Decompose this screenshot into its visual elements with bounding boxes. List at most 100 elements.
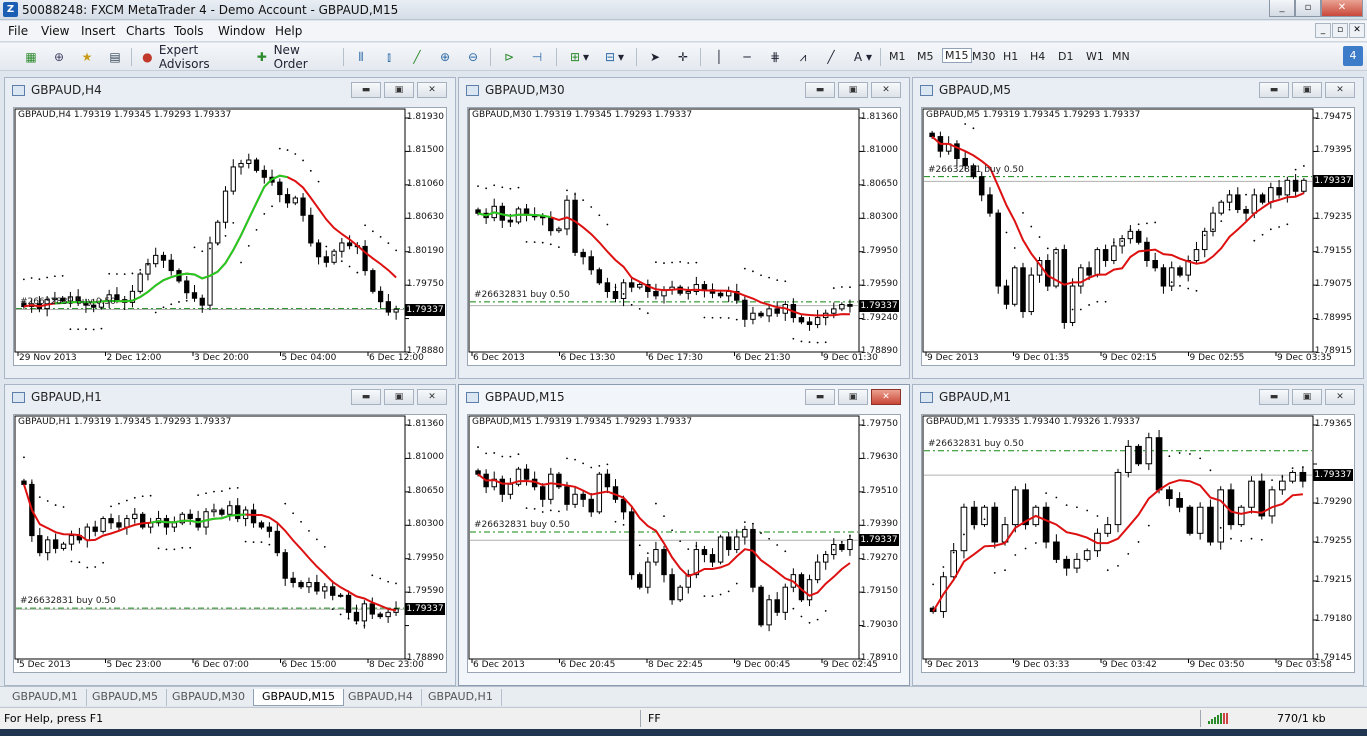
chart-maximize-button[interactable]: ▣ xyxy=(1292,82,1322,98)
chart-canvas[interactable]: GBPAUD,H1 1.79319 1.79345 1.79293 1.7933… xyxy=(13,414,447,673)
sar-dot xyxy=(220,490,223,493)
sar-dot xyxy=(395,249,398,252)
chart-minimize-button[interactable]: ▬ xyxy=(351,389,381,405)
timeframe-m5[interactable]: M5 xyxy=(917,50,934,63)
chart-shift-button[interactable]: ⊣ xyxy=(528,47,546,67)
tab-gbpaud-h4[interactable]: GBPAUD,H4 xyxy=(340,689,422,706)
new-chart-button[interactable]: ▦ xyxy=(22,47,40,67)
tab-gbpaud-h1[interactable]: GBPAUD,H1 xyxy=(420,689,502,706)
tab-gbpaud-m5[interactable]: GBPAUD,M5 xyxy=(84,689,168,706)
mdi-restore-button[interactable]: ▫ xyxy=(1332,23,1348,38)
moving-average-up-segment xyxy=(54,174,288,305)
timeframe-w1[interactable]: W1 xyxy=(1086,50,1104,63)
chart-maximize-button[interactable]: ▣ xyxy=(838,389,868,405)
auto-scroll-button[interactable]: ⊳ xyxy=(500,47,518,67)
sar-dot xyxy=(165,548,168,551)
chart-window-title-bar[interactable]: GBPAUD,M30 ▬ ▣ ✕ xyxy=(459,78,909,102)
menu-help[interactable]: Help xyxy=(275,24,302,38)
timeframe-m1[interactable]: M1 xyxy=(889,50,906,63)
chart-minimize-button[interactable]: ▬ xyxy=(805,389,835,405)
candle-body xyxy=(978,176,985,196)
chart-window-h1[interactable]: GBPAUD,H1 ▬ ▣ ✕ GBPAUD,H1 1.79319 1.7934… xyxy=(4,384,456,686)
timeframe-m30[interactable]: M30 xyxy=(972,50,996,63)
fibonacci-button[interactable]: ⩘ xyxy=(794,47,812,67)
text-tool-button[interactable]: A ▾ xyxy=(850,47,872,67)
zoom-out-button[interactable]: ⊖ xyxy=(464,47,482,67)
chart-window-h4[interactable]: GBPAUD,H4 ▬ ▣ ✕ GBPAUD,H4 1.79319 1.7934… xyxy=(4,77,456,379)
line-chart-button[interactable]: ╱ xyxy=(408,47,426,67)
candle-body xyxy=(1073,558,1081,569)
timeframe-mn[interactable]: MN xyxy=(1112,50,1130,63)
chart-canvas[interactable]: GBPAUD,M15 1.79319 1.79345 1.79293 1.793… xyxy=(467,414,901,673)
candlestick-button[interactable]: ⫾ xyxy=(380,47,398,67)
chart-window-m15[interactable]: GBPAUD,M15 ▬ ▣ ✕ GBPAUD,M15 1.79319 1.79… xyxy=(458,384,910,686)
menu-file[interactable]: File xyxy=(8,24,28,38)
tab-gbpaud-m30[interactable]: GBPAUD,M30 xyxy=(164,689,255,706)
sar-dot xyxy=(719,316,722,319)
chart-canvas[interactable]: GBPAUD,M30 1.79319 1.79345 1.79293 1.793… xyxy=(467,107,901,366)
market-watch-button[interactable]: ★ xyxy=(78,47,96,67)
expert-advisors-button[interactable]: ● Expert Advisors xyxy=(140,43,246,71)
horizontal-line-button[interactable]: ─ xyxy=(738,47,756,67)
trendline-button[interactable]: ╱ xyxy=(822,47,840,67)
menu-tools[interactable]: Tools xyxy=(174,24,204,38)
menu-window[interactable]: Window xyxy=(218,24,265,38)
chart-close-button[interactable]: ✕ xyxy=(871,82,901,98)
chart-window-title-bar[interactable]: GBPAUD,H1 ▬ ▣ ✕ xyxy=(5,385,455,409)
restore-button[interactable]: ▫ xyxy=(1295,0,1321,17)
sar-dot xyxy=(86,566,89,569)
chart-close-button[interactable]: ✕ xyxy=(1325,389,1355,405)
price-axis-label: 1.79590 xyxy=(406,586,444,597)
sar-dot xyxy=(92,328,95,331)
chart-window-title-bar[interactable]: GBPAUD,M5 ▬ ▣ ✕ xyxy=(913,78,1363,102)
indicators-button[interactable]: ⊞ ▾ xyxy=(565,47,591,67)
chart-minimize-button[interactable]: ▬ xyxy=(805,82,835,98)
chart-window-title-bar[interactable]: GBPAUD,M1 ▬ ▣ ✕ xyxy=(913,385,1363,409)
chart-window-title-bar[interactable]: GBPAUD,M15 ▬ ▣ ✕ xyxy=(459,385,909,409)
chart-canvas[interactable]: GBPAUD,M5 1.79319 1.79345 1.79293 1.7933… xyxy=(921,107,1355,366)
vertical-line-button[interactable]: │ xyxy=(710,47,728,67)
timeframe-m15[interactable]: M15 xyxy=(942,48,972,63)
menu-insert[interactable]: Insert xyxy=(81,24,115,38)
crosshair-tool-button[interactable]: ✛ xyxy=(674,47,692,67)
minimize-button[interactable]: _ xyxy=(1269,0,1295,17)
chart-maximize-button[interactable]: ▣ xyxy=(838,82,868,98)
profiles-button[interactable]: ⊕ xyxy=(50,47,68,67)
navigator-button[interactable]: ▤ xyxy=(106,47,124,67)
chart-window-title-bar[interactable]: GBPAUD,H4 ▬ ▣ ✕ xyxy=(5,78,455,102)
chart-close-button[interactable]: ✕ xyxy=(1325,82,1355,98)
chart-canvas[interactable]: GBPAUD,H4 1.79319 1.79345 1.79293 1.7933… xyxy=(13,107,447,366)
chart-minimize-button[interactable]: ▬ xyxy=(351,82,381,98)
sar-dot xyxy=(687,548,690,550)
chart-close-button[interactable]: ✕ xyxy=(417,389,447,405)
notifications-icon[interactable]: 4 xyxy=(1343,46,1363,66)
menu-charts[interactable]: Charts xyxy=(126,24,165,38)
chart-maximize-button[interactable]: ▣ xyxy=(384,82,414,98)
timeframe-h1[interactable]: H1 xyxy=(1003,50,1018,63)
tab-gbpaud-m1[interactable]: GBPAUD,M1 xyxy=(4,689,88,706)
chart-close-button[interactable]: ✕ xyxy=(871,389,901,405)
mdi-close-button[interactable]: ✕ xyxy=(1349,23,1365,38)
chart-window-m1[interactable]: GBPAUD,M1 ▬ ▣ ✕ GBPAUD,M1 1.79335 1.7934… xyxy=(912,384,1364,686)
chart-minimize-button[interactable]: ▬ xyxy=(1259,389,1289,405)
timeframe-d1[interactable]: D1 xyxy=(1058,50,1073,63)
chart-window-m30[interactable]: GBPAUD,M30 ▬ ▣ ✕ GBPAUD,M30 1.79319 1.79… xyxy=(458,77,910,379)
zoom-in-button[interactable]: ⊕ xyxy=(436,47,454,67)
periods-button[interactable]: ⊟ ▾ xyxy=(600,47,626,67)
tab-gbpaud-m15[interactable]: GBPAUD,M15 xyxy=(253,689,345,706)
sar-dot xyxy=(849,286,851,289)
close-button[interactable]: ✕ xyxy=(1321,0,1363,17)
timeframe-h4[interactable]: H4 xyxy=(1030,50,1045,63)
chart-maximize-button[interactable]: ▣ xyxy=(1292,389,1322,405)
chart-canvas[interactable]: GBPAUD,M1 1.79335 1.79340 1.79326 1.7933… xyxy=(921,414,1355,673)
chart-maximize-button[interactable]: ▣ xyxy=(384,389,414,405)
menu-view[interactable]: View xyxy=(41,24,69,38)
chart-close-button[interactable]: ✕ xyxy=(417,82,447,98)
mdi-minimize-button[interactable]: _ xyxy=(1315,23,1331,38)
bar-chart-button[interactable]: ⫴ xyxy=(352,47,370,67)
new-order-button[interactable]: ✚ New Order xyxy=(254,43,336,71)
chart-minimize-button[interactable]: ▬ xyxy=(1259,82,1289,98)
chart-window-m5[interactable]: GBPAUD,M5 ▬ ▣ ✕ GBPAUD,M5 1.79319 1.7934… xyxy=(912,77,1364,379)
channel-button[interactable]: ⋕ xyxy=(766,47,784,67)
cursor-tool-button[interactable]: ➤ xyxy=(646,47,664,67)
